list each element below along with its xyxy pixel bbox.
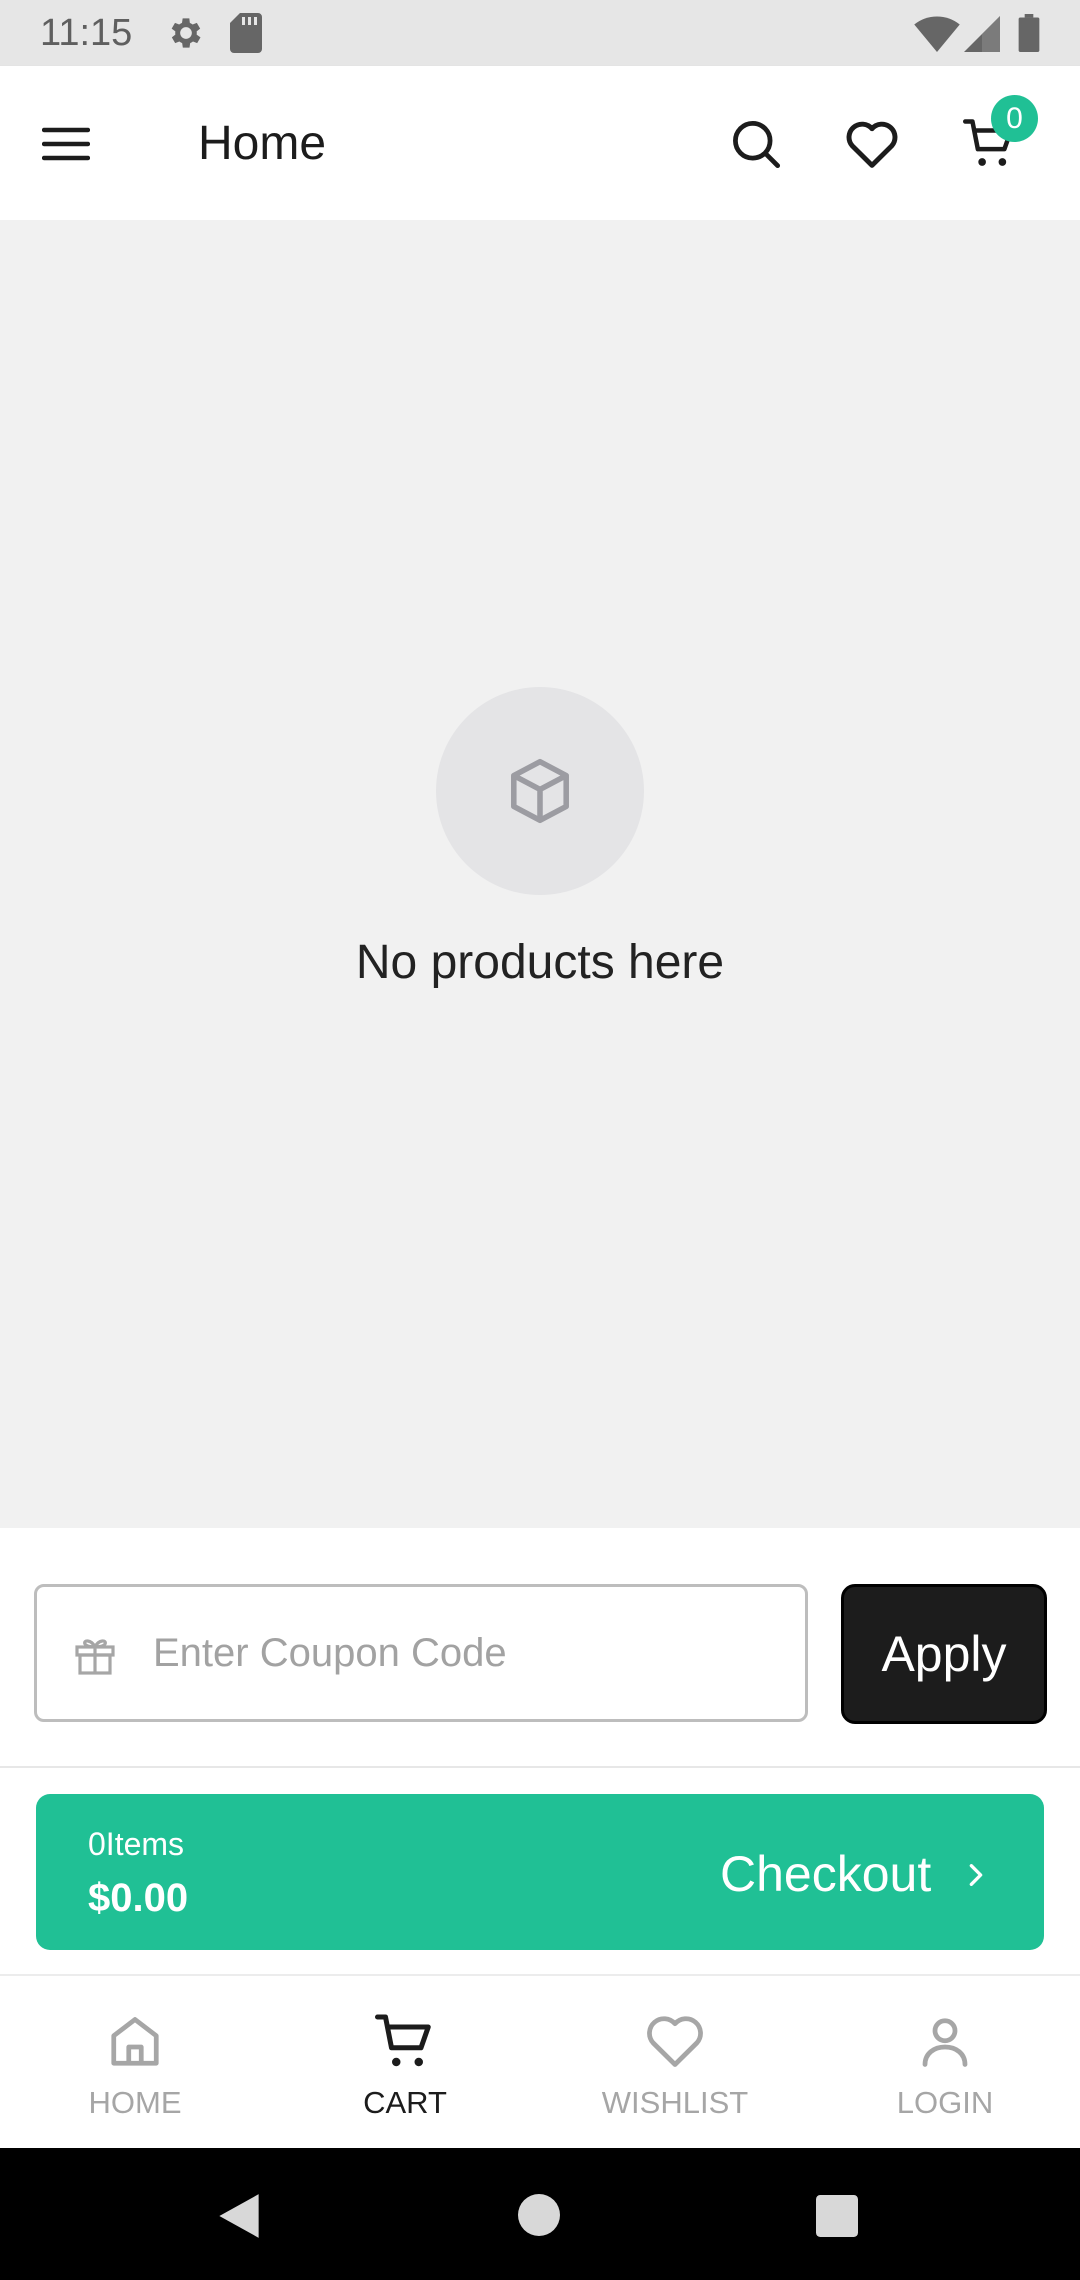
home-icon: [111, 2017, 159, 2066]
nav-label-cart: CART: [363, 2085, 447, 2120]
chevron-right-icon: [969, 1864, 983, 1886]
search-icon: [733, 121, 781, 169]
signal-icon: [964, 16, 1000, 52]
checkout-label: Checkout: [720, 1846, 932, 1902]
nav-label-wishlist: WISHLIST: [601, 2085, 749, 2120]
user-icon: [922, 2018, 968, 2067]
heart-icon: [846, 121, 898, 168]
menu-button[interactable]: [30, 110, 102, 178]
box-icon: [511, 758, 569, 824]
recents-icon[interactable]: [816, 2195, 858, 2237]
home-circle-icon[interactable]: [518, 2194, 560, 2236]
cart-total: $0.00: [88, 1876, 189, 1920]
coupon-section: Apply: [0, 1528, 1080, 1768]
menu-icon: [42, 127, 90, 161]
app-bar: Home 0: [0, 66, 1080, 220]
nav-item-wishlist[interactable]: WISHLIST: [540, 1976, 810, 2150]
wishlist-button[interactable]: [834, 110, 910, 178]
cart-count-badge: 0: [991, 95, 1038, 142]
empty-state: No products here: [0, 220, 1080, 1528]
cart-items-count: 0Items: [88, 1826, 185, 1862]
battery-icon: [1018, 14, 1040, 52]
search-button[interactable]: [718, 110, 794, 178]
system-navigation-bar: [0, 2148, 1080, 2280]
nav-item-login[interactable]: LOGIN: [810, 1976, 1080, 2150]
nav-label-home: HOME: [88, 2085, 182, 2120]
empty-state-illustration: [436, 687, 644, 895]
bottom-navigation: HOME CART WISHLIST LOGIN: [0, 1974, 1080, 2148]
nav-label-login: LOGIN: [896, 2085, 994, 2120]
gift-icon: [75, 1639, 115, 1675]
apply-coupon-button[interactable]: Apply: [841, 1584, 1047, 1724]
checkout-section: 0Items $0.00 Checkout: [0, 1768, 1080, 1974]
nav-item-cart[interactable]: CART: [270, 1976, 540, 2150]
page-title: Home: [198, 117, 327, 170]
coupon-code-input[interactable]: [153, 1587, 793, 1719]
wifi-icon: [914, 16, 960, 52]
status-bar: 11:15: [0, 0, 1080, 66]
coupon-field[interactable]: [34, 1584, 808, 1722]
heart-icon: [647, 2016, 703, 2067]
cart-icon: [375, 2014, 431, 2067]
nav-item-home[interactable]: HOME: [0, 1976, 270, 2150]
gear-icon: [171, 18, 201, 48]
back-icon[interactable]: [216, 2192, 262, 2240]
checkout-button[interactable]: 0Items $0.00 Checkout: [36, 1794, 1044, 1950]
sd-card-icon: [230, 13, 262, 53]
status-time: 11:15: [40, 12, 133, 54]
empty-state-message: No products here: [355, 936, 725, 989]
